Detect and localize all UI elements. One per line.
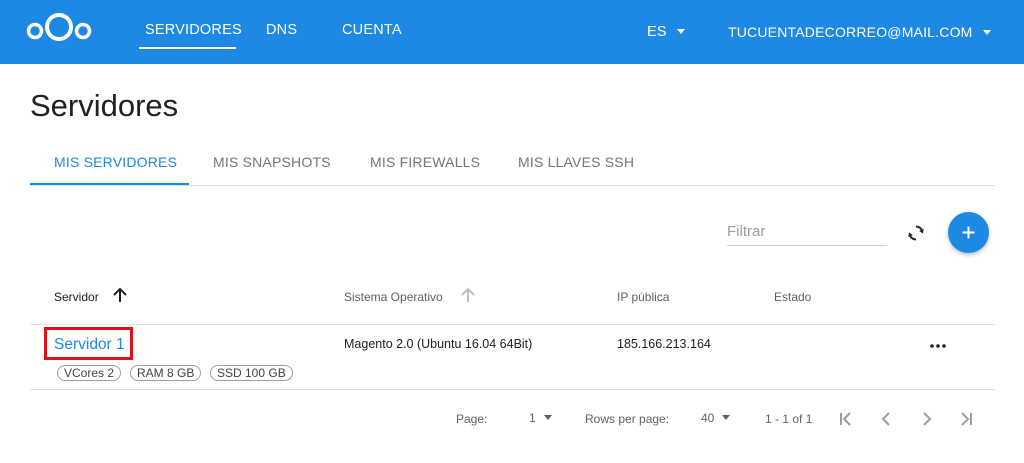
- add-server-button[interactable]: [948, 212, 989, 253]
- arrow-up-icon[interactable]: [111, 286, 129, 304]
- tab-mis-servidores[interactable]: MIS SERVIDORES: [54, 154, 177, 170]
- spec-chip-ram: RAM 8 GB: [130, 365, 202, 381]
- language-label: ES: [647, 24, 667, 40]
- nav-servidores[interactable]: SERVIDORES: [145, 22, 242, 38]
- column-header-servidor[interactable]: Servidor: [54, 290, 99, 304]
- plus-icon: [962, 226, 975, 239]
- top-app-bar: SERVIDORES DNS CUENTA ES TUCUENTADECORRE…: [0, 0, 1024, 64]
- server-name-link[interactable]: Servidor 1: [44, 327, 133, 360]
- language-selector[interactable]: ES: [647, 24, 685, 40]
- arrow-up-icon[interactable]: [459, 286, 477, 304]
- more-horizontal-icon[interactable]: [928, 336, 948, 356]
- column-header-ip-publica[interactable]: IP pública: [617, 290, 669, 304]
- page-selector[interactable]: 1: [529, 411, 552, 425]
- first-page-icon[interactable]: [835, 408, 857, 430]
- spec-chip-vcores: VCores 2: [57, 365, 122, 381]
- rows-per-page-label: Rows per page:: [585, 412, 670, 426]
- spec-chip-ssd: SSD 100 GB: [210, 365, 293, 381]
- page-number: 1: [529, 411, 536, 425]
- tab-mis-llaves-ssh[interactable]: MIS LLAVES SSH: [518, 154, 634, 170]
- header-divider: [30, 324, 995, 325]
- nav-active-indicator: [139, 47, 236, 49]
- chevron-down-icon: [982, 29, 991, 35]
- tab-mis-snapshots[interactable]: MIS SNAPSHOTS: [213, 154, 331, 170]
- next-page-icon[interactable]: [916, 408, 938, 430]
- rows-per-page-selector[interactable]: 40: [701, 411, 731, 425]
- chevron-down-icon: [722, 415, 731, 421]
- tab-mis-firewalls[interactable]: MIS FIREWALLS: [370, 154, 480, 170]
- page-label: Page:: [456, 412, 488, 426]
- server-os: Magento 2.0 (Ubuntu 16.04 64Bit): [344, 337, 533, 351]
- server-ip: 185.166.213.164: [617, 337, 711, 351]
- chevron-down-icon: [676, 28, 685, 34]
- column-header-sistema-operativo[interactable]: Sistema Operativo: [344, 290, 443, 304]
- nav-cuenta[interactable]: CUENTA: [342, 22, 402, 38]
- rows-per-page-value: 40: [701, 411, 715, 425]
- account-menu[interactable]: TUCUENTADECORREO@MAIL.COM: [728, 24, 991, 40]
- refresh-icon[interactable]: [904, 221, 928, 245]
- filter-input[interactable]: [727, 218, 887, 246]
- account-email: TUCUENTADECORREO@MAIL.COM: [728, 24, 973, 40]
- chevron-down-icon: [543, 415, 552, 421]
- nextcloud-logo-icon[interactable]: [26, 12, 92, 42]
- page-title: Servidores: [30, 88, 179, 123]
- previous-page-icon[interactable]: [875, 408, 897, 430]
- last-page-icon[interactable]: [955, 408, 977, 430]
- pagination-range: 1 - 1 of 1: [765, 412, 813, 426]
- tab-active-indicator: [30, 183, 189, 185]
- nav-dns[interactable]: DNS: [266, 22, 297, 38]
- column-header-estado[interactable]: Estado: [774, 290, 811, 304]
- tabs-divider: [30, 185, 995, 186]
- row-divider: [30, 389, 995, 390]
